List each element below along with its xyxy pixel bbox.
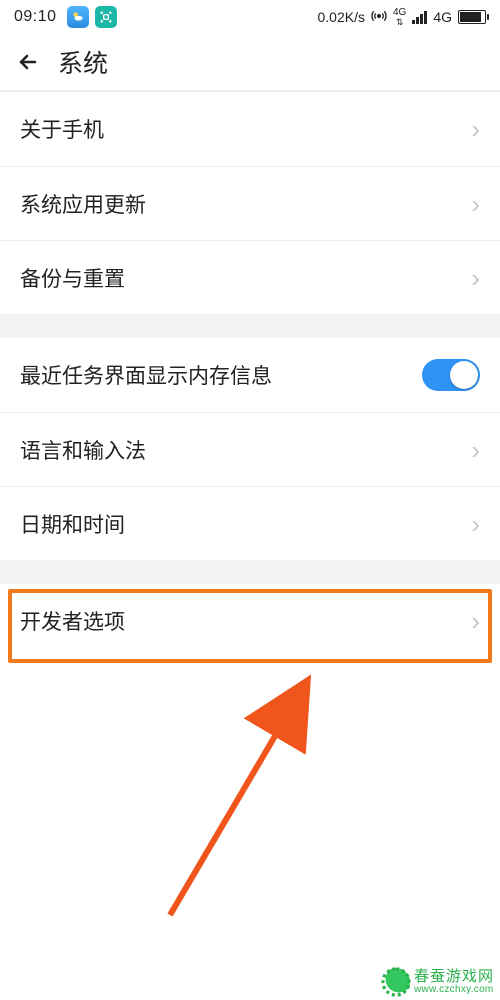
page-title: 系统: [58, 44, 108, 80]
row-label: 语言和输入法: [20, 435, 146, 465]
section-gap: [0, 314, 500, 338]
status-right: 0.02K/s 4G ⇅ 4G: [317, 8, 486, 27]
net-speed: 0.02K/s: [317, 9, 364, 25]
row-system-app-update[interactable]: 系统应用更新 ›: [0, 166, 500, 240]
section-3: 开发者选项 ›: [0, 584, 500, 658]
header: 系统: [0, 34, 500, 90]
row-label: 最近任务界面显示内存信息: [20, 360, 272, 390]
net-badge: 4G ⇅: [393, 8, 406, 27]
row-about-phone[interactable]: 关于手机 ›: [0, 92, 500, 166]
screen: 09:10 0.02K/s 4G ⇅ 4G 系统: [0, 0, 500, 1000]
row-label: 日期和时间: [20, 509, 125, 539]
net-label: 4G: [433, 9, 452, 25]
annotation-arrow: [110, 670, 330, 930]
row-label: 关于手机: [20, 114, 104, 144]
row-label: 系统应用更新: [20, 189, 146, 219]
row-developer-options[interactable]: 开发者选项 ›: [0, 584, 500, 658]
row-recent-tasks-memory[interactable]: 最近任务界面显示内存信息: [0, 338, 500, 412]
scan-app-icon: [95, 6, 117, 28]
watermark-text: 春蚕游戏网: [414, 969, 494, 985]
weather-app-icon: [67, 6, 89, 28]
watermark: 春蚕游戏网 www.czchxy.com: [382, 968, 494, 996]
row-date-time[interactable]: 日期和时间 ›: [0, 486, 500, 560]
status-time: 09:10: [14, 8, 57, 26]
chevron-right-icon: ›: [471, 116, 480, 142]
section-2: 最近任务界面显示内存信息 语言和输入法 › 日期和时间 ›: [0, 338, 500, 560]
row-label: 开发者选项: [20, 606, 125, 636]
hotspot-icon: [371, 8, 387, 27]
chevron-right-icon: ›: [471, 191, 480, 217]
row-label: 备份与重置: [20, 263, 125, 293]
chevron-right-icon: ›: [471, 437, 480, 463]
section-1: 关于手机 › 系统应用更新 › 备份与重置 ›: [0, 92, 500, 314]
toggle-recent-tasks-memory[interactable]: [422, 359, 480, 391]
row-language-input[interactable]: 语言和输入法 ›: [0, 412, 500, 486]
row-backup-reset[interactable]: 备份与重置 ›: [0, 240, 500, 314]
section-gap: [0, 560, 500, 584]
status-left: 09:10: [14, 6, 117, 28]
signal-icon: [412, 10, 427, 24]
battery-icon: [458, 10, 486, 24]
chevron-right-icon: ›: [471, 265, 480, 291]
watermark-url: www.czchxy.com: [414, 985, 494, 996]
chevron-right-icon: ›: [471, 608, 480, 634]
chevron-right-icon: ›: [471, 511, 480, 537]
watermark-logo-icon: [382, 968, 410, 996]
back-button[interactable]: [16, 50, 40, 74]
status-bar: 09:10 0.02K/s 4G ⇅ 4G: [0, 0, 500, 34]
